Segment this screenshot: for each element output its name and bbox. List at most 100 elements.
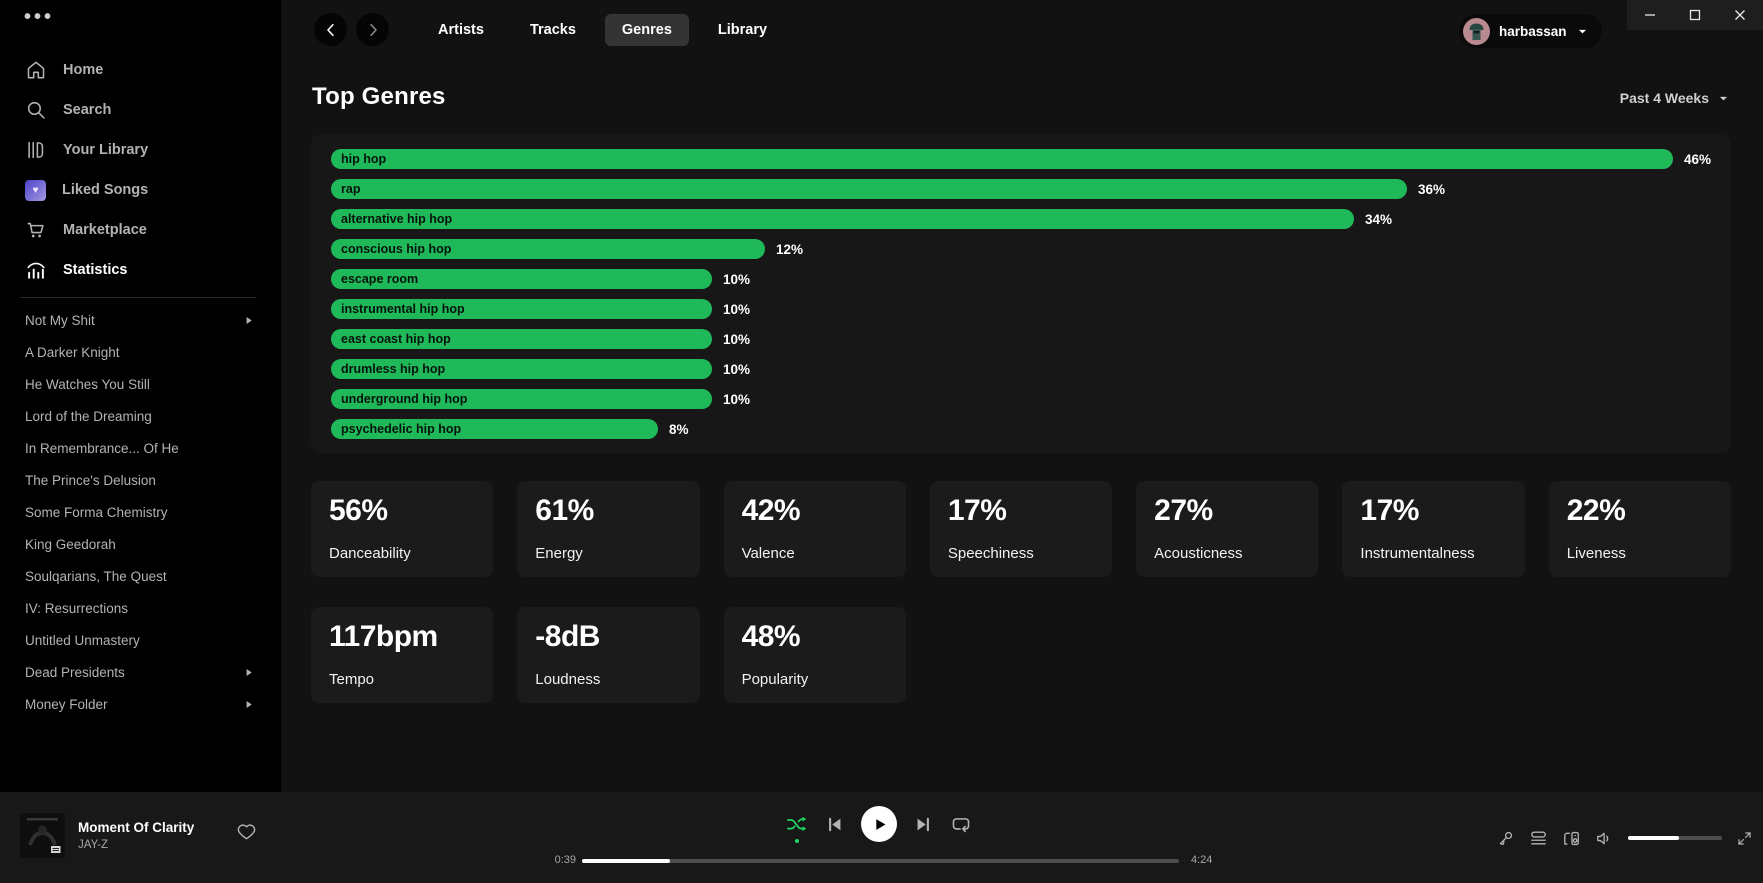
lyrics-mic-icon[interactable]	[1496, 829, 1515, 848]
sidebar-item-statistics[interactable]: Statistics	[0, 250, 281, 290]
time-range-dropdown[interactable]: Past 4 Weeks	[1620, 90, 1730, 106]
time-range-label: Past 4 Weeks	[1620, 90, 1709, 106]
nav-buttons	[314, 13, 389, 46]
maximize-button[interactable]	[1672, 0, 1717, 30]
stat-label: Popularity	[742, 671, 888, 690]
stat-label: Acousticness	[1154, 545, 1300, 564]
sidebar-item-liked-songs[interactable]: ♥ Liked Songs	[0, 170, 281, 210]
liked-songs-icon: ♥	[25, 180, 46, 201]
tab-library[interactable]: Library	[701, 14, 784, 46]
close-button[interactable]	[1718, 0, 1763, 30]
genre-bar: alternative hip hop	[331, 209, 1354, 229]
playlist-label: Soulqarians, The Quest	[25, 569, 167, 584]
stat-value: 17%	[1360, 494, 1506, 528]
sidebar-playlist-item[interactable]: Dead Presidents	[0, 656, 281, 688]
playlist-list: Not My Shit A Darker Knight He Watches Y…	[0, 304, 281, 720]
album-art[interactable]	[20, 813, 65, 858]
tab-tracks[interactable]: Tracks	[513, 14, 593, 46]
stat-value: 17%	[948, 494, 1094, 528]
window-controls	[1627, 0, 1763, 30]
sidebar-playlist-item[interactable]: Untitled Unmastery	[0, 624, 281, 656]
genre-bar-row: escape room 10%	[331, 269, 1711, 289]
sidebar-item-search[interactable]: Search	[0, 90, 281, 130]
caret-right-icon	[242, 314, 255, 327]
next-button[interactable]	[913, 814, 934, 835]
stats-tabs: Artists Tracks Genres Library	[421, 14, 784, 46]
seek-progress	[582, 859, 670, 863]
track-title[interactable]: Moment Of Clarity	[78, 820, 194, 835]
sidebar-playlist-item[interactable]: King Geedorah	[0, 528, 281, 560]
sidebar-playlist-item[interactable]: Not My Shit	[0, 304, 281, 336]
marketplace-icon	[25, 219, 47, 241]
back-button[interactable]	[314, 13, 347, 46]
sidebar-item-label: Search	[63, 102, 111, 118]
previous-button[interactable]	[824, 814, 845, 835]
stat-value: -8dB	[535, 620, 681, 654]
stat-value: 56%	[329, 494, 475, 528]
playlist-label: Dead Presidents	[25, 665, 125, 680]
sidebar-playlist-item[interactable]: He Watches You Still	[0, 368, 281, 400]
sidebar-item-marketplace[interactable]: Marketplace	[0, 210, 281, 250]
genre-bar-row: hip hop 46%	[331, 149, 1711, 169]
spotify-stats-app: { "topbar": { "tabs": [ {"label": "Artis…	[0, 0, 1763, 883]
genre-bar-label: hip hop	[341, 152, 386, 166]
track-artist[interactable]: JAY-Z	[78, 839, 194, 851]
sidebar-divider	[20, 297, 256, 298]
tab-genres[interactable]: Genres	[605, 14, 689, 46]
devices-icon[interactable]	[1562, 829, 1581, 848]
library-icon	[25, 139, 47, 161]
genre-bar-label: alternative hip hop	[341, 212, 452, 226]
genre-bar-label: east coast hip hop	[341, 332, 451, 346]
volume-slider[interactable]	[1628, 836, 1722, 840]
stat-card: 61% Energy	[517, 481, 699, 577]
playlist-label: In Remembrance... Of He	[25, 441, 179, 456]
sidebar-playlist-item[interactable]: A Darker Knight	[0, 336, 281, 368]
playlist-label: IV: Resurrections	[25, 601, 128, 616]
stat-card: -8dB Loudness	[517, 607, 699, 703]
playlist-label: Some Forma Chemistry	[25, 505, 168, 520]
tab-artists[interactable]: Artists	[421, 14, 501, 46]
sidebar-item-label: Home	[63, 62, 103, 78]
caret-down-icon	[1576, 25, 1589, 38]
forward-button[interactable]	[356, 13, 389, 46]
genre-bar-label: escape room	[341, 272, 418, 286]
genre-bar-label: rap	[341, 182, 360, 196]
stat-label: Loudness	[535, 671, 681, 690]
volume-icon[interactable]	[1595, 829, 1614, 848]
sidebar: ••• Home Search Your Library ♥ Liked Son…	[0, 0, 281, 792]
user-menu[interactable]: harbassan	[1459, 14, 1602, 48]
sidebar-playlist-item[interactable]: Soulqarians, The Quest	[0, 560, 281, 592]
repeat-button[interactable]	[950, 813, 972, 835]
elapsed-time: 0:39	[540, 854, 576, 866]
options-icon[interactable]: •••	[24, 6, 54, 29]
sidebar-playlist-item[interactable]: Money Folder	[0, 688, 281, 720]
minimize-button[interactable]	[1627, 0, 1672, 30]
home-icon	[25, 59, 47, 81]
genre-bar-label: conscious hip hop	[341, 242, 451, 256]
genre-bar-row: conscious hip hop 12%	[331, 239, 1711, 259]
queue-icon[interactable]	[1529, 829, 1548, 848]
sidebar-playlist-item[interactable]: In Remembrance... Of He	[0, 432, 281, 464]
main-content: Artists Tracks Genres Library harbassan …	[281, 0, 1763, 792]
stat-label: Liveness	[1567, 545, 1713, 564]
playlist-label: Not My Shit	[25, 313, 95, 328]
sidebar-item-home[interactable]: Home	[0, 50, 281, 90]
fullscreen-icon[interactable]	[1736, 830, 1753, 847]
shuffle-button[interactable]	[785, 813, 808, 836]
player-bar: Moment Of Clarity JAY-Z 0:39 4:24	[0, 792, 1763, 883]
playlist-label: Money Folder	[25, 697, 108, 712]
sidebar-item-your-library[interactable]: Your Library	[0, 130, 281, 170]
play-button[interactable]	[861, 806, 897, 842]
playlist-label: The Prince's Delusion	[25, 473, 156, 488]
search-icon	[25, 99, 47, 121]
sidebar-playlist-item[interactable]: Some Forma Chemistry	[0, 496, 281, 528]
playlist-label: Untitled Unmastery	[25, 633, 140, 648]
sidebar-playlist-item[interactable]: IV: Resurrections	[0, 592, 281, 624]
heart-icon[interactable]	[236, 821, 257, 842]
sidebar-playlist-item[interactable]: The Prince's Delusion	[0, 464, 281, 496]
sidebar-playlist-item[interactable]: Lord of the Dreaming	[0, 400, 281, 432]
avatar	[1463, 18, 1490, 45]
stat-card: 48% Popularity	[724, 607, 906, 703]
caret-right-icon	[242, 698, 255, 711]
seek-slider[interactable]	[582, 859, 1179, 863]
